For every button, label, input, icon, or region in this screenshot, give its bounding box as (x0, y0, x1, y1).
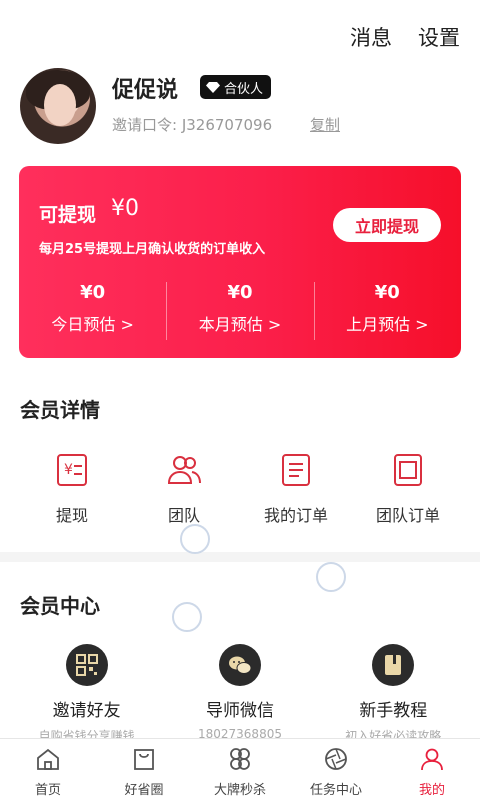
earnings-card: 可提现 ¥0 每月25号提现上月确认收货的订单收入 立即提现 ¥0 今日预估 >… (19, 166, 461, 358)
invite-code: 邀请口令: J326707096 (112, 116, 273, 134)
tab-mine[interactable]: 我的 (384, 739, 480, 800)
order-icon (282, 454, 310, 486)
avatar[interactable] (20, 68, 96, 144)
team-entry[interactable]: 团队 (134, 452, 234, 526)
bottom-tabbar: 首页 好省圈 大牌秒杀 任务中心 我的 (0, 738, 480, 800)
floating-ring (180, 524, 210, 554)
team-orders-entry[interactable]: 团队订单 (358, 452, 458, 526)
entry-title: 新手教程 (359, 701, 428, 721)
tab-label: 我的 (418, 783, 445, 798)
partner-badge: 合伙人 (200, 75, 272, 99)
tab-home[interactable]: 首页 (0, 739, 96, 800)
member-details-title: 会员详情 (20, 398, 100, 422)
team-order-icon (394, 454, 422, 486)
tab-haosheng-circle[interactable]: 好省圈 (96, 739, 192, 800)
tab-task-center[interactable]: 任务中心 (288, 739, 384, 800)
diamond-icon (206, 81, 220, 93)
member-center-title: 会员中心 (20, 594, 100, 618)
team-icon (167, 456, 201, 484)
clover-icon (230, 748, 250, 770)
tab-brand-flash-sale[interactable]: 大牌秒杀 (192, 739, 288, 800)
book-icon (385, 655, 402, 675)
stat-today[interactable]: ¥0 今日预估 > (19, 278, 166, 342)
floating-ring (172, 602, 202, 632)
messages-link[interactable]: 消息 (350, 22, 392, 52)
tab-label: 首页 (34, 783, 61, 798)
tab-label: 任务中心 (309, 783, 362, 798)
user-icon (421, 748, 443, 771)
qrcode-icon (75, 654, 98, 676)
svg-text:¥: ¥ (64, 462, 73, 478)
grid-label: 我的订单 (263, 506, 328, 525)
withdraw-icon: ¥ (57, 454, 87, 486)
stat-value: ¥0 (227, 282, 253, 303)
stat-this-month[interactable]: ¥0 本月预估 > (166, 278, 313, 342)
my-orders-entry[interactable]: 我的订单 (246, 452, 346, 526)
withdraw-now-button[interactable]: 立即提现 (333, 208, 441, 242)
entry-title: 导师微信 (205, 701, 274, 721)
stat-last-month[interactable]: ¥0 上月预估 > (313, 278, 461, 342)
copy-button[interactable]: 复制 (310, 114, 340, 135)
bag-icon (134, 749, 154, 770)
withdraw-note: 每月25号提现上月确认收货的订单收入 (39, 242, 266, 257)
floating-ring (316, 562, 346, 592)
withdraw-entry[interactable]: ¥ 提现 (22, 452, 122, 526)
grid-label: 团队 (167, 506, 200, 525)
stat-value: ¥0 (374, 282, 400, 303)
stat-value: ¥0 (80, 282, 106, 303)
aperture-icon (325, 748, 347, 770)
stat-label: 本月预估 > (198, 315, 282, 334)
tab-label: 好省圈 (124, 783, 164, 798)
tab-label: 大牌秒杀 (213, 783, 266, 798)
mentor-wechat-entry[interactable]: 导师微信 18027368805 (165, 644, 315, 744)
top-links: 消息 设置 (350, 22, 460, 52)
invite-friends-entry[interactable]: 邀请好友 自购省钱分享赚钱 (12, 644, 162, 744)
withdrawable-amount: ¥0 (111, 196, 139, 221)
beginner-tutorial-entry[interactable]: 新手教程 初入好省必读攻略 (318, 644, 468, 744)
member-center-grid: 邀请好友 自购省钱分享赚钱 导师微信 18027368805 新手教程 初入好省… (0, 644, 480, 744)
badge-label: 合伙人 (224, 81, 264, 97)
home-icon (37, 748, 59, 770)
stat-label: 今日预估 > (51, 315, 134, 334)
section-divider (0, 552, 480, 562)
grid-label: 提现 (55, 506, 88, 525)
profile-header: 促促说 合伙人 邀请口令: J326707096 复制 (20, 68, 460, 148)
entry-title: 邀请好友 (52, 701, 121, 721)
grid-label: 团队订单 (375, 506, 440, 525)
earnings-stats: ¥0 今日预估 > ¥0 本月预估 > ¥0 上月预估 > (19, 278, 461, 342)
stat-label: 上月预估 > (346, 315, 429, 334)
user-name: 促促说 (112, 78, 179, 103)
settings-link[interactable]: 设置 (418, 22, 460, 52)
member-details-grid: ¥ 提现 团队 我的订单 团队订单 (0, 452, 480, 526)
withdrawable-label: 可提现 (39, 204, 97, 226)
wechat-icon (228, 656, 252, 674)
